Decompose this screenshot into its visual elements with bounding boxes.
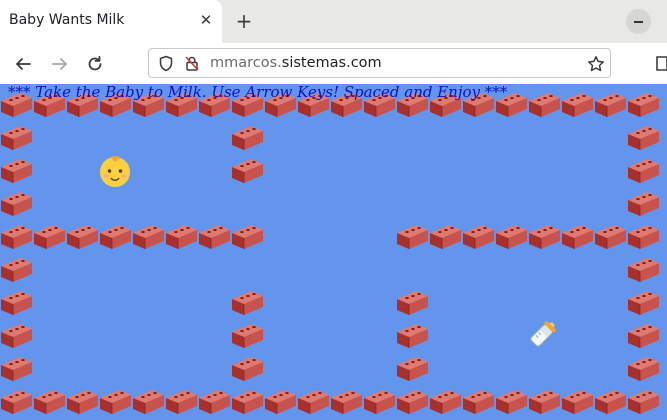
brick-wall [627,222,660,250]
brick-wall [627,288,660,316]
baby-icon[interactable] [98,154,132,192]
brick-wall [99,387,132,415]
brick-wall [231,387,264,415]
reload-icon [88,55,102,71]
brick-wall [330,387,363,415]
brick-wall [33,222,66,250]
brick-wall [99,222,132,250]
brick-wall [429,222,462,250]
brick-wall [627,387,660,415]
brick-wall [462,222,495,250]
brick-wall [528,222,561,250]
forward-button[interactable] [47,51,73,77]
brick-wall [33,387,66,415]
brick-wall [0,354,33,382]
reload-button[interactable] [82,51,108,77]
brick-wall [231,321,264,349]
brick-wall [0,123,33,151]
brick-wall [396,321,429,349]
brick-wall [0,321,33,349]
brick-wall [66,222,99,250]
brick-wall [231,222,264,250]
brick-wall [0,288,33,316]
back-button[interactable] [10,51,36,77]
brick-wall [396,354,429,382]
brick-wall [363,387,396,415]
tab-baby-wants-milk[interactable]: Baby Wants Milk ✕ [0,0,222,43]
brick-wall [231,156,264,184]
brick-wall [462,387,495,415]
tab-strip: Baby Wants Milk ✕ + [0,0,667,43]
brick-wall [132,222,165,250]
brick-wall [231,288,264,316]
tab-title: Baby Wants Milk [9,12,125,28]
brick-wall [231,354,264,382]
bookmark-star-icon[interactable] [587,55,605,73]
navigation-toolbar: mmarcos.sistemas.com [0,43,667,85]
game-board[interactable]: *** Take the Baby to Milk. Use Arrow Key… [0,84,667,420]
brick-wall [396,387,429,415]
brick-wall [429,387,462,415]
url-prefix: mmarcos. [210,55,282,71]
brick-wall [0,189,33,217]
brick-wall [594,222,627,250]
insecure-lock-icon[interactable] [184,55,200,72]
brick-wall [627,90,660,118]
baby-bottle-icon [524,316,562,356]
brick-wall [132,387,165,415]
brick-wall [165,222,198,250]
brick-wall [198,387,231,415]
brick-wall [627,321,660,349]
arrow-left-icon [16,58,31,70]
brick-wall [627,255,660,283]
brick-wall [264,387,297,415]
brick-wall [495,222,528,250]
brick-wall [627,354,660,382]
brick-wall [627,123,660,151]
brick-wall [528,387,561,415]
brick-wall [198,222,231,250]
url-bar[interactable]: mmarcos.sistemas.com [148,48,611,78]
brick-wall [561,222,594,250]
close-icon[interactable]: ✕ [195,9,217,31]
brick-wall [297,387,330,415]
brick-wall [231,123,264,151]
brick-wall [0,222,33,250]
brick-wall [396,222,429,250]
brick-wall [66,387,99,415]
brick-wall [0,156,33,184]
brick-wall [165,387,198,415]
minimize-button[interactable] [626,9,651,34]
brick-wall [495,387,528,415]
brick-wall [561,90,594,118]
brick-wall [0,255,33,283]
new-tab-button[interactable]: + [232,9,256,33]
shield-icon [159,55,173,72]
brick-wall [561,387,594,415]
url-domain: sistemas.com [281,55,382,71]
brick-wall [627,156,660,184]
url-text: mmarcos.sistemas.com [210,55,382,71]
game-instructions-banner: *** Take the Baby to Milk. Use Arrow Key… [8,84,508,101]
brick-wall [396,288,429,316]
brick-wall [594,90,627,118]
brick-wall [594,387,627,415]
brick-wall [627,189,660,217]
brick-wall [528,90,561,118]
arrow-right-icon [52,58,67,70]
brick-wall [0,387,33,415]
extension-icon[interactable] [655,55,667,72]
